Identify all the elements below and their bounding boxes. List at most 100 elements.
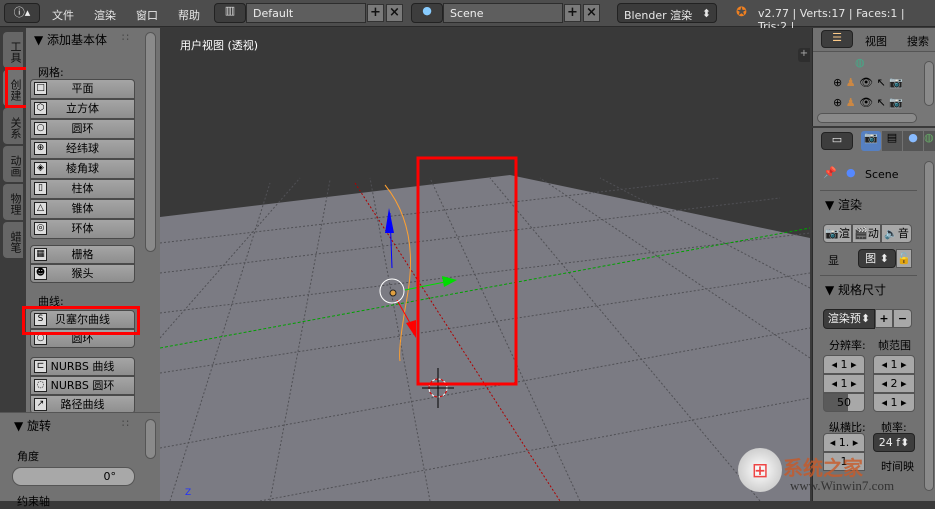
- frame-step-field[interactable]: ◂ 1 ▸: [873, 393, 915, 412]
- visibility-eye-icon[interactable]: 👁: [859, 76, 873, 89]
- render-panel-header[interactable]: ▼ 渲染: [825, 196, 862, 213]
- add-mesh-button[interactable]: ◎ 环体: [30, 219, 135, 239]
- select-arrow-icon[interactable]: ↖: [877, 76, 886, 89]
- primitive-icon: ▦: [34, 248, 47, 261]
- blender-logo-icon: ✪: [736, 5, 747, 20]
- properties-editor-button[interactable]: ▭: [821, 132, 853, 150]
- add-scene-button[interactable]: +: [564, 4, 581, 22]
- pin-icon[interactable]: 📌: [823, 166, 837, 179]
- add-preset-button[interactable]: +: [875, 309, 893, 328]
- add-primitive-header[interactable]: ▼ 添加基本体: [34, 31, 107, 48]
- tool-scrollbar[interactable]: [145, 32, 156, 252]
- render-camera-icon[interactable]: 📷: [889, 76, 903, 89]
- animation-button[interactable]: 🎬动: [852, 224, 881, 243]
- add-mesh-button[interactable]: ⬡ 立方体: [30, 99, 135, 119]
- remove-preset-button[interactable]: −: [893, 309, 912, 328]
- resolution-x-field[interactable]: ◂ 1 ▸: [823, 355, 865, 374]
- render-tab[interactable]: 📷: [861, 131, 881, 151]
- rotation-panel: ▼ 旋转 ∷ 角度 0° 约束轴: [0, 412, 160, 508]
- menu-search[interactable]: 搜索: [907, 33, 929, 49]
- render-camera-icon[interactable]: 📷: [889, 96, 903, 109]
- add-mesh-button[interactable]: □ 平面: [30, 79, 135, 99]
- layout-field[interactable]: Default: [246, 3, 366, 23]
- outliner-hscroll[interactable]: [817, 113, 917, 123]
- primitive-icon: ⊏: [34, 360, 47, 373]
- fps-dropdown[interactable]: 24 f⬍: [873, 433, 915, 452]
- button-label: 栅格: [71, 248, 94, 261]
- button-label: 环体: [71, 222, 94, 235]
- audio-button[interactable]: 🔈音: [881, 224, 912, 243]
- add-mesh-button[interactable]: ▯ 柱体: [30, 179, 135, 199]
- primitive-icon: ⊕: [34, 142, 47, 155]
- select-arrow-icon[interactable]: ↖: [877, 96, 886, 109]
- tab-animation[interactable]: 动画: [3, 146, 23, 182]
- frame-end-field[interactable]: ◂ 2 ▸: [873, 374, 915, 393]
- button-label: 柱体: [71, 182, 94, 195]
- resolution-label: 分辨率:: [829, 339, 866, 352]
- display-label: 显: [828, 254, 839, 267]
- scene-name: Scene: [865, 168, 899, 181]
- tab-physics[interactable]: 物理: [3, 184, 23, 220]
- visibility-eye-icon[interactable]: 👁: [859, 96, 873, 109]
- primitive-icon: ◌: [34, 379, 47, 392]
- properties-toggle-button[interactable]: +: [798, 48, 810, 62]
- primitive-icon: ☻: [34, 267, 47, 280]
- scene-icon: ●: [846, 166, 856, 179]
- menu-render[interactable]: 渲染: [94, 7, 116, 23]
- tab-relations[interactable]: 关系: [3, 108, 23, 144]
- render-button[interactable]: 📷渲: [823, 224, 852, 243]
- menu-window[interactable]: 窗口: [136, 7, 158, 23]
- 3d-viewport[interactable]: 用户视图 (透视) Z +: [160, 28, 810, 501]
- add-layout-button[interactable]: +: [367, 4, 384, 22]
- properties-scrollbar[interactable]: [924, 161, 934, 491]
- add-nurbs-button[interactable]: ◌ NURBS 圆环: [30, 376, 135, 395]
- info-icon: ⓘ▴: [13, 6, 31, 19]
- add-nurbs-button[interactable]: ⊏ NURBS 曲线: [30, 357, 135, 376]
- rotation-header[interactable]: ▼ 旋转: [14, 417, 51, 434]
- properties-editor: ▭ 📷 ▤ ● ◍ 📌 ● Scene ▼ 渲染 📷渲 🎬动 🔈音 显 图 ⬍ …: [812, 128, 935, 501]
- drag-handle-icon[interactable]: ∷: [122, 417, 129, 430]
- info-editor-button[interactable]: ⓘ▴: [4, 3, 40, 23]
- remove-scene-button[interactable]: ×: [583, 4, 600, 22]
- render-engine-dropdown[interactable]: Blender 渲染 ⬍: [617, 3, 717, 23]
- add-mesh2-button[interactable]: ▦ 栅格: [30, 245, 135, 264]
- tab-grease-pencil[interactable]: 蜡笔: [3, 222, 23, 258]
- object-origin[interactable]: [389, 289, 397, 297]
- scene-icon-button[interactable]: ●: [411, 3, 443, 23]
- add-mesh2-button[interactable]: ☻ 猴头: [30, 264, 135, 283]
- layout-icon-button[interactable]: ▥: [214, 3, 246, 23]
- tab-tools[interactable]: 工具: [3, 32, 23, 68]
- lock-icon[interactable]: 🔓: [896, 249, 912, 268]
- scene-field[interactable]: Scene: [443, 3, 563, 23]
- menu-help[interactable]: 帮助: [178, 7, 200, 23]
- add-mesh-button[interactable]: △ 锥体: [30, 199, 135, 219]
- menu-view[interactable]: 视图: [865, 33, 887, 49]
- world-tab[interactable]: ◍: [924, 131, 935, 151]
- outliner-row[interactable]: ⊕ ♟ 👁 ↖ 📷: [833, 76, 903, 89]
- add-mesh-button[interactable]: ◈ 棱角球: [30, 159, 135, 179]
- frame-start-field[interactable]: ◂ 1 ▸: [873, 355, 915, 374]
- outliner-vscroll[interactable]: [924, 61, 934, 106]
- resolution-y-field[interactable]: ◂ 1 ▸: [823, 374, 865, 393]
- resolution-percent-slider[interactable]: 50: [823, 393, 865, 412]
- add-mesh-button[interactable]: ○ 圆环: [30, 119, 135, 139]
- display-dropdown[interactable]: 图 ⬍: [858, 249, 896, 268]
- render-layers-tab[interactable]: ▤: [882, 131, 902, 151]
- menu-file[interactable]: 文件: [52, 7, 74, 23]
- render-preset-dropdown[interactable]: 渲染预⬍: [823, 309, 875, 329]
- outliner-editor-button[interactable]: ☰: [821, 30, 853, 48]
- outliner-icon: ☰: [832, 31, 842, 44]
- top-header: ⓘ▴ 文件 渲染 窗口 帮助 ▥ Default + × ● Scene + ×…: [0, 0, 935, 33]
- angle-slider[interactable]: 0°: [12, 467, 135, 486]
- add-mesh-button[interactable]: ⊕ 经纬球: [30, 139, 135, 159]
- drag-handle-icon[interactable]: ∷: [122, 31, 129, 44]
- scene-tab[interactable]: ●: [903, 131, 923, 151]
- watermark-logo: ⊞: [738, 448, 782, 492]
- panel-title: 添加基本体: [47, 33, 108, 47]
- remove-layout-button[interactable]: ×: [386, 4, 403, 22]
- primitive-icon: ◎: [34, 222, 47, 235]
- aspect-x-field[interactable]: ◂ 1. ▸: [823, 433, 865, 452]
- dimensions-panel-header[interactable]: ▼ 规格尺寸: [825, 281, 886, 298]
- outliner-row[interactable]: ⊕ ♟ 👁 ↖ 📷: [833, 96, 903, 109]
- rotation-scrollbar[interactable]: [145, 419, 156, 459]
